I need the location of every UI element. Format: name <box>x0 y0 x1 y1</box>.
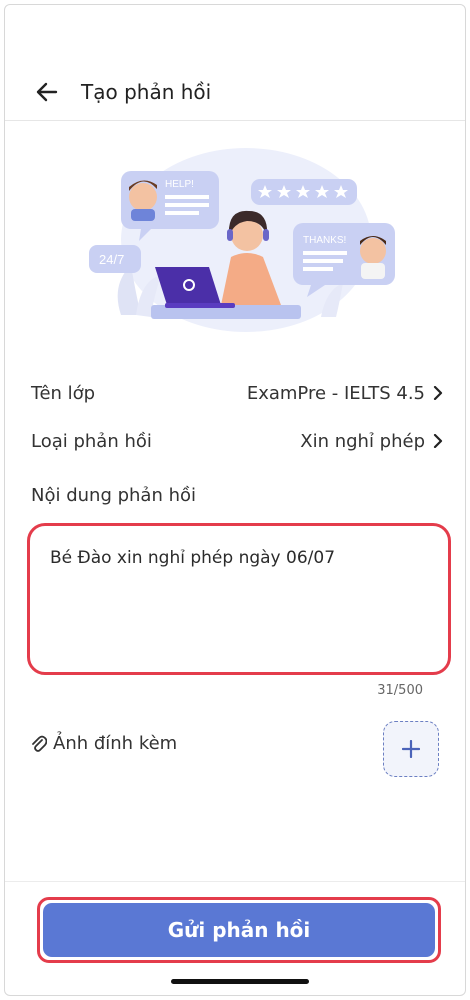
chevron-right-icon <box>433 386 443 400</box>
thanks-text: THANKS! <box>303 235 346 246</box>
attachment-row: Ảnh đính kèm <box>31 733 177 754</box>
feedback-content-text: Bé Đào xin nghỉ phép ngày 06/07 <box>50 548 336 568</box>
app-header: Tạo phản hồi <box>5 63 465 121</box>
home-indicator <box>171 979 309 984</box>
class-value-text: ExamPre - IELTS 4.5 <box>246 382 425 404</box>
feedback-type-row[interactable]: Loại phản hồi Xin nghỉ phép <box>31 425 443 457</box>
feedback-type-value-text: Xin nghỉ phép <box>300 430 425 452</box>
submit-highlight: Gửi phản hồi <box>37 897 441 963</box>
page-title: Tạo phản hồi <box>81 79 212 104</box>
plus-icon <box>402 740 420 758</box>
feedback-content-input[interactable]: Bé Đào xin nghỉ phép ngày 06/07 <box>27 523 451 675</box>
class-label: Tên lớp <box>31 382 96 404</box>
feedback-type-label: Loại phản hồi <box>31 430 152 452</box>
arrow-left-icon <box>36 82 58 101</box>
back-button[interactable] <box>23 68 71 116</box>
feedback-type-value[interactable]: Xin nghỉ phép <box>300 431 443 452</box>
class-value[interactable]: ExamPre - IELTS 4.5 <box>247 383 443 404</box>
add-attachment-button[interactable] <box>383 721 439 777</box>
submit-feedback-button[interactable]: Gửi phản hồi <box>43 903 435 957</box>
character-counter: 31/500 <box>377 683 423 698</box>
support-illustration: HELP! 24/7 THANKS! <box>89 148 395 332</box>
content-label: Nội dung phản hồi <box>31 485 197 506</box>
help-text: HELP! <box>165 179 194 190</box>
paperclip-icon <box>32 735 47 752</box>
hours-text: 24/7 <box>99 252 124 267</box>
attachment-label: Ảnh đính kèm <box>53 733 178 754</box>
class-row[interactable]: Tên lớp ExamPre - IELTS 4.5 <box>31 377 443 409</box>
phone-screen: Tạo phản hồi HELP! 24/7 THANKS! Tên lớp … <box>4 4 466 996</box>
chevron-right-icon <box>433 434 443 448</box>
footer-divider <box>5 881 465 882</box>
